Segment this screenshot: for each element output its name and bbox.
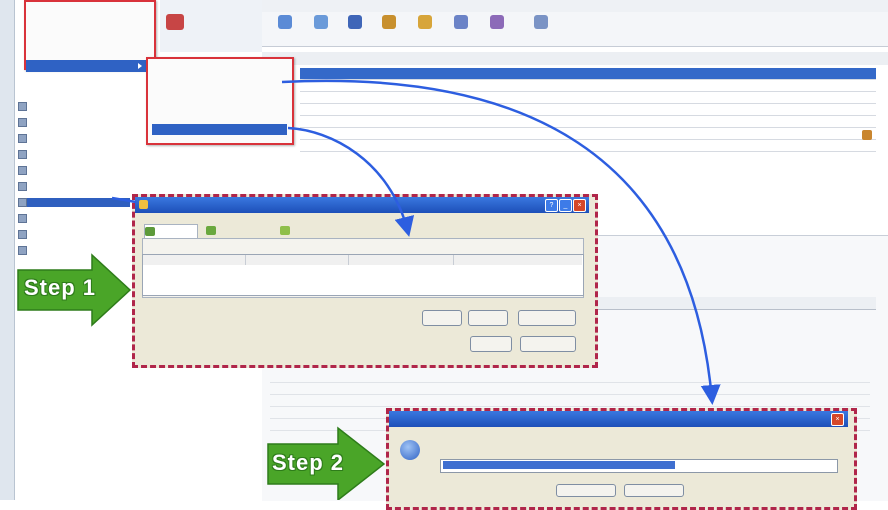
table-cell[interactable]	[145, 279, 245, 289]
dialog-button[interactable]	[520, 336, 576, 352]
toolbar-icon	[454, 15, 468, 29]
tree-item[interactable]	[18, 134, 30, 143]
submenu-arrow-icon	[138, 63, 142, 69]
context-menu-item-selected[interactable]	[26, 60, 154, 72]
folder-icon	[18, 134, 27, 143]
cancel-button[interactable]	[624, 484, 684, 497]
tab[interactable]	[206, 224, 270, 238]
table-cell[interactable]	[145, 267, 245, 277]
toolbar-button[interactable]	[372, 14, 406, 44]
tree-item[interactable]	[18, 246, 30, 255]
submenu-item[interactable]	[158, 94, 278, 103]
tree-item[interactable]	[18, 166, 30, 175]
close-button[interactable]: ×	[831, 413, 844, 426]
tree-item[interactable]	[18, 150, 30, 159]
minimize-button[interactable]: _	[559, 199, 572, 212]
list-item[interactable]	[270, 384, 870, 395]
dialog-title-bar: ? _ ×	[135, 197, 589, 213]
table-row[interactable]	[300, 104, 876, 116]
toolbar-icon	[314, 15, 328, 29]
window-icon	[139, 199, 148, 209]
folder-icon	[18, 166, 27, 175]
tab-icon	[280, 226, 290, 236]
toolbar	[262, 12, 888, 47]
folder-icon	[18, 102, 27, 111]
table-row[interactable]	[300, 140, 876, 152]
toolbar-icon	[534, 15, 548, 29]
dialog-title-bar: ×	[389, 411, 848, 427]
dialog-button[interactable]	[468, 310, 508, 326]
tree-item[interactable]	[18, 118, 30, 127]
column-header[interactable]	[349, 255, 454, 265]
toolbar-button[interactable]	[338, 14, 372, 44]
submenu-item[interactable]	[158, 62, 278, 71]
toolbar-icon	[382, 15, 396, 29]
app-toolbar-icon[interactable]	[166, 14, 184, 30]
help-button[interactable]: ?	[545, 199, 558, 212]
toolbar-icon	[418, 15, 432, 29]
dialog-button[interactable]	[518, 310, 576, 326]
toolbar-icon	[490, 15, 504, 29]
grid-header	[262, 52, 888, 66]
tab-icon	[206, 226, 216, 236]
table-row[interactable]	[300, 80, 876, 92]
toolbar-button[interactable]	[444, 14, 478, 44]
column-header[interactable]	[454, 255, 582, 265]
close-button[interactable]: ×	[573, 199, 586, 212]
column-header[interactable]	[246, 255, 349, 265]
column-header[interactable]	[143, 255, 246, 265]
folder-icon	[18, 182, 27, 191]
tree-item[interactable]	[18, 182, 30, 191]
table-row[interactable]	[300, 92, 876, 104]
tab[interactable]	[144, 224, 198, 239]
toolbar-button[interactable]	[408, 14, 442, 44]
folder-icon	[18, 118, 27, 127]
step-2-label: Step 2	[272, 450, 345, 475]
folder-icon	[18, 198, 27, 207]
folder-icon	[18, 214, 27, 223]
toolbar-button[interactable]	[304, 14, 338, 44]
selected-text-highlight	[443, 461, 675, 469]
submenu-item-selected[interactable]	[152, 124, 287, 135]
folder-icon	[18, 230, 27, 239]
table-row-selected[interactable]	[300, 68, 876, 80]
context-menu-item[interactable]	[28, 40, 138, 48]
table-row[interactable]	[300, 128, 876, 140]
dialog-button[interactable]	[422, 310, 462, 326]
toolbar-button[interactable]	[268, 14, 302, 44]
context-menu-item[interactable]	[28, 4, 138, 12]
dialog-button[interactable]	[470, 336, 512, 352]
tab-icon	[145, 227, 155, 237]
list-item[interactable]	[270, 372, 870, 383]
folder-icon	[18, 150, 27, 159]
ok-button[interactable]	[556, 484, 616, 497]
list-item[interactable]	[270, 396, 870, 407]
tree-item[interactable]	[18, 102, 30, 111]
tree-item[interactable]	[18, 214, 30, 223]
tab[interactable]	[280, 224, 350, 238]
left-icon-strip	[0, 0, 15, 500]
toolbar-button[interactable]	[480, 14, 514, 44]
table-row[interactable]	[300, 116, 876, 128]
lower-grid-header	[598, 297, 876, 310]
question-icon	[400, 440, 420, 460]
toolbar-icon	[348, 15, 362, 29]
folder-icon	[18, 246, 27, 255]
tree-item-selected[interactable]	[18, 198, 130, 207]
status-icon	[862, 130, 872, 140]
data-table	[142, 254, 584, 296]
submenu-item[interactable]	[158, 78, 278, 87]
submenu-item[interactable]	[158, 110, 278, 119]
toolbar-button[interactable]	[524, 14, 558, 44]
context-menu-item[interactable]	[28, 18, 138, 26]
step-1-label: Step 1	[24, 275, 97, 300]
toolbar-icon	[278, 15, 292, 29]
tree-item[interactable]	[18, 230, 30, 239]
